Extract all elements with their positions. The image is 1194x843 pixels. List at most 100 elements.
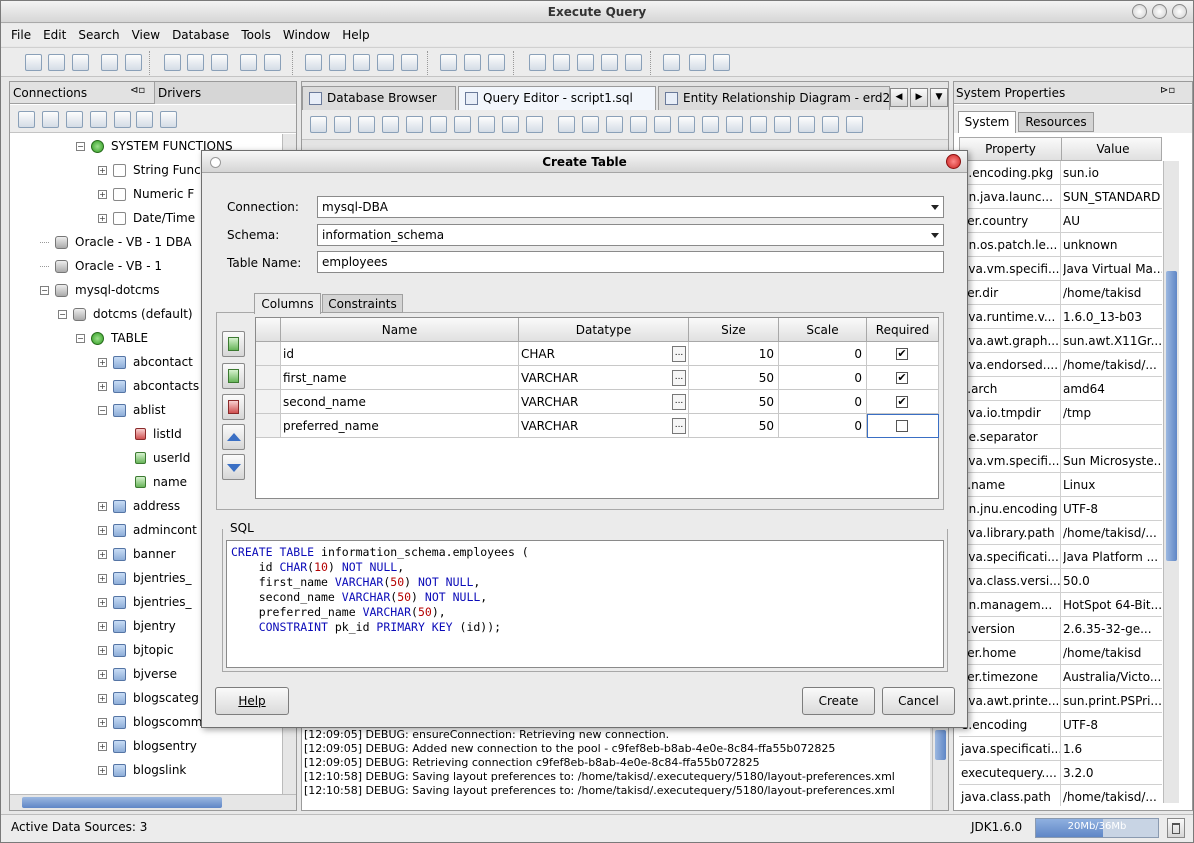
property-row[interactable]: ser.dir/home/takisd [959,281,1162,305]
editor-toolbar-button-22[interactable] [822,116,839,133]
menu-view[interactable]: View [126,28,166,42]
editor-toolbar-button-12[interactable] [582,116,599,133]
scale-cell[interactable]: 0 [779,414,867,438]
property-row[interactable]: ava.awt.graph... sun.awt.X11Gr... [959,329,1162,353]
editor-toolbar-button-19[interactable] [750,116,767,133]
tree-node[interactable]: + bjentries_ [98,590,192,614]
tree-node[interactable]: + admincont [98,518,197,542]
toolbar-button-24[interactable] [663,54,680,71]
properties-scroll-thumb[interactable] [1166,271,1177,561]
tree-node[interactable]: name [120,470,187,494]
property-row[interactable]: ser.timezone Australia/Victo... [959,665,1162,689]
column-header[interactable]: Name [281,318,519,342]
editor-toolbar-button-16[interactable] [678,116,695,133]
menu-window[interactable]: Window [277,28,336,42]
editor-toolbar-button-1[interactable] [310,116,327,133]
property-row[interactable]: e.encoding UTF-8 [959,713,1162,737]
expand-icon[interactable] [40,241,49,243]
close-window-button[interactable] [1172,4,1187,19]
row-header[interactable] [256,366,281,390]
toolbar-button-13[interactable] [353,54,370,71]
toolbar-button-3[interactable] [72,54,89,71]
size-cell[interactable]: 50 [689,366,779,390]
toolbar-button-6[interactable] [164,54,181,71]
tree-node[interactable]: + blogslink [98,758,186,782]
property-row[interactable]: s.name Linux [959,473,1162,497]
property-row[interactable]: ser.home/home/takisd [959,641,1162,665]
dialog-menu-icon[interactable] [210,157,221,168]
collapse-icon[interactable]: − [40,285,49,295]
editor-toolbar-button-8[interactable] [478,116,495,133]
required-cell[interactable]: ✔ [867,390,939,414]
tree-node[interactable]: + blogscomm [98,710,202,734]
dialog-close-button[interactable] [946,154,961,169]
datatype-cell[interactable]: VARCHAR... [519,366,689,390]
datatype-picker-button[interactable]: ... [672,394,686,410]
toolbar-button-9[interactable] [240,54,257,71]
property-row[interactable]: un.os.patch.le... unknown [959,233,1162,257]
editor-toolbar-button-15[interactable] [654,116,671,133]
property-row[interactable]: java.class.path/home/takisd/... [959,785,1162,806]
value-column-header[interactable]: Value [1063,138,1163,160]
maximize-button[interactable] [1152,4,1167,19]
property-row[interactable]: un.jnu.encoding UTF-8 [959,497,1162,521]
panel-menu-icon[interactable]: ⊲▫ [130,85,145,96]
tree-node[interactable]: + address [98,494,180,518]
connections-toolbar-button-6[interactable] [136,111,153,128]
collapse-icon[interactable]: − [76,333,85,343]
tree-node[interactable]: − dotcms (default) [58,302,193,326]
connections-toolbar-button-1[interactable] [18,111,35,128]
delete-column-button[interactable] [222,394,245,420]
scale-cell[interactable]: 0 [779,390,867,414]
required-checkbox[interactable]: ✔ [896,396,908,408]
insert-column-before-button[interactable] [222,331,245,357]
log-scrollbar[interactable] [932,728,948,810]
tree-node[interactable]: + banner [98,542,176,566]
required-checkbox[interactable]: ✔ [896,348,908,360]
size-cell[interactable]: 50 [689,414,779,438]
tree-scroll-thumb[interactable] [22,797,222,808]
toolbar-button-2[interactable] [48,54,65,71]
table-name-input[interactable]: employees [317,251,944,273]
size-cell[interactable]: 50 [689,390,779,414]
property-row[interactable]: java.specificati... 1.6 [959,737,1162,761]
editor-toolbar-button-9[interactable] [502,116,519,133]
required-checkbox[interactable]: ✔ [896,372,908,384]
tab-connections[interactable]: Connections [13,86,87,100]
connection-combo[interactable]: mysql-DBA [317,196,944,218]
column-header[interactable]: Size [689,318,779,342]
row-header[interactable] [256,390,281,414]
toolbar-button-1[interactable] [25,54,42,71]
required-cell[interactable]: ✔ [867,342,939,366]
minimize-button[interactable] [1132,4,1147,19]
tree-node[interactable]: + blogscateg [98,686,199,710]
toolbar-button-5[interactable] [125,54,142,71]
menu-file[interactable]: File [5,28,37,42]
move-down-button[interactable] [222,454,245,480]
editor-toolbar-button-17[interactable] [702,116,719,133]
expand-icon[interactable]: + [98,669,107,679]
toolbar-button-21[interactable] [577,54,594,71]
column-header[interactable]: Scale [779,318,867,342]
column-header[interactable]: Datatype [519,318,689,342]
tree-node[interactable]: + abcontact [98,350,193,374]
tree-node[interactable]: + abcontacts [98,374,199,398]
property-row[interactable]: ava.vm.specifi... Sun Microsyste... [959,449,1162,473]
expand-icon[interactable]: + [98,549,107,559]
datatype-picker-button[interactable]: ... [672,418,686,434]
scale-cell[interactable]: 0 [779,366,867,390]
log-scroll-thumb[interactable] [935,730,946,760]
editor-toolbar-button-18[interactable] [726,116,743,133]
menu-database[interactable]: Database [166,28,235,42]
property-row[interactable]: ava.library.path/home/takisd/... [959,521,1162,545]
toolbar-button-14[interactable] [377,54,394,71]
tab-system[interactable]: System [958,111,1016,133]
expand-icon[interactable]: + [98,741,107,751]
editor-toolbar-button-10[interactable] [526,116,543,133]
garbage-collect-button[interactable] [1167,818,1185,838]
property-row[interactable]: s.arch amd64 [959,377,1162,401]
property-row[interactable]: ava.class.versi... 50.0 [959,569,1162,593]
editor-toolbar-button-7[interactable] [454,116,471,133]
toolbar-button-12[interactable] [329,54,346,71]
property-row[interactable]: e.encoding.pkg sun.io [959,161,1162,185]
